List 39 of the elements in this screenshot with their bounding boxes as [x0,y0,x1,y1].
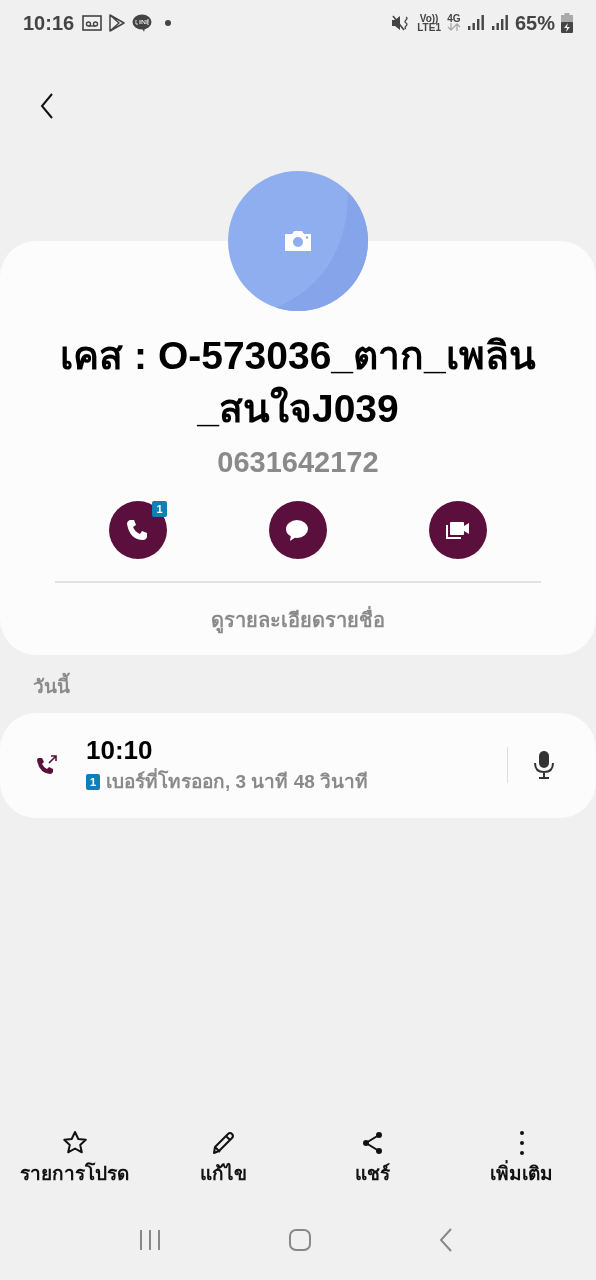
message-button[interactable] [269,500,327,559]
recent-apps-icon[interactable] [138,1228,162,1252]
network-label: 4G [447,14,461,23]
signal-icon [490,14,509,31]
recording-button[interactable] [532,749,556,781]
section-header: วันนี้ [0,672,596,713]
phone-number: 0631642172 [217,445,379,480]
sim-badge: 1 [86,774,100,790]
home-icon[interactable] [288,1228,312,1252]
more-button[interactable]: เพิ่มเติม [447,1130,596,1200]
star-icon [61,1130,88,1156]
contact-name: เคส : O-573036_ตาก_เพลิน_สนใจJ039 [59,333,537,432]
share-button[interactable]: แชร์ [298,1130,447,1200]
call-time: 10:10 [86,733,154,766]
call-button[interactable]: 1 [109,500,167,559]
battery-charging-icon [561,12,573,33]
camera-icon [283,229,313,253]
outgoing-call-icon [36,754,58,776]
back-icon [40,92,54,120]
favorite-button[interactable]: รายการโปรด [0,1130,149,1200]
sim-badge: 1 [152,500,167,517]
call-log-item[interactable]: 10:10 1 เบอร์ที่โทรออก, 3 นาที 48 วินาที [0,712,596,818]
status-time: 10:16 [23,10,75,36]
call-description: เบอร์ที่โทรออก, 3 นาที 48 วินาที [106,767,369,794]
signal-icon [466,14,485,31]
battery-percentage: 65% [514,10,555,36]
speech-bubble-icon [285,517,311,542]
voicemail-icon [82,14,103,31]
data-arrows-icon [446,23,461,31]
pencil-icon [210,1130,237,1156]
edit-button[interactable]: แก้ไข [149,1130,298,1200]
more-options-icon [519,1131,524,1155]
microphone-icon [533,750,555,780]
play-store-icon [108,13,127,32]
video-call-button[interactable] [429,500,487,559]
volte-label: Vo)) [419,13,439,23]
back-nav-icon[interactable] [438,1228,454,1252]
chat-bubble-icon [132,13,153,32]
lte-label: LTE1 [417,22,441,32]
